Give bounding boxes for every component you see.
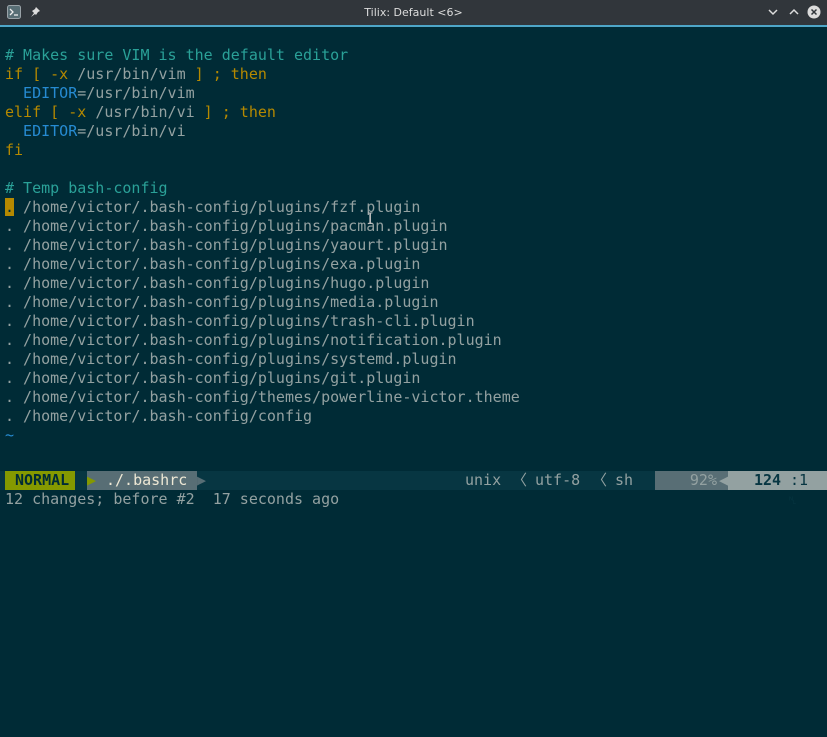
code-token: /home/victor/.bash-config/plugins/fzf.pl… (14, 198, 421, 216)
editor-line[interactable]: . /home/victor/.bash-config/config (5, 407, 312, 426)
code-token: ] ; then (185, 65, 267, 83)
code-token: . /home/victor/.bash-config/plugins/hugo… (5, 274, 430, 292)
editor-line[interactable]: . /home/victor/.bash-config/plugins/yaou… (5, 236, 448, 255)
mode-separator-icon: ▶ (87, 471, 97, 490)
file-encoding: utf-8 (535, 471, 581, 489)
code-token: . /home/victor/.bash-config/config (5, 407, 313, 425)
editor-line[interactable]: . /home/victor/.bash-config/plugins/hugo… (5, 274, 429, 293)
editor-line[interactable]: if [ -x /usr/bin/vim ] ; then (5, 65, 267, 84)
code-token: . /home/victor/.bash-config/plugins/yaou… (5, 236, 448, 254)
command-message: 12 changes; before #2 17 seconds ago (5, 490, 340, 508)
editor-line[interactable]: . /home/victor/.bash-config/plugins/noti… (5, 331, 502, 350)
editor-line[interactable]: . /home/victor/.bash-config/plugins/exa.… (5, 255, 420, 274)
position-separator-icon: ◀ (719, 471, 729, 490)
editor-line[interactable]: # Temp bash-config (5, 179, 168, 198)
code-token: EDITOR (5, 84, 78, 102)
code-token: . /home/victor/.bash-config/plugins/git.… (5, 369, 421, 387)
code-token: . /home/victor/.bash-config/plugins/syst… (5, 350, 457, 368)
code-token: elif [ -x (5, 103, 96, 121)
editor-line[interactable]: . /home/victor/.bash-config/plugins/tras… (5, 312, 475, 331)
file-name: ./.bashrc (96, 471, 198, 490)
separator-left-icon: 〈 (512, 471, 528, 489)
maximize-icon[interactable] (786, 4, 802, 20)
editor-line[interactable]: EDITOR=/usr/bin/vim (5, 84, 195, 103)
mouse-text-cursor-icon: I (367, 209, 374, 228)
separator-left-icon-2: 〈 (592, 471, 608, 489)
text-cursor: . (5, 198, 15, 216)
editor-line[interactable]: . /home/victor/.bash-config/plugins/git.… (5, 369, 420, 388)
editor-line[interactable]: . /home/victor/.bash-config/plugins/syst… (5, 350, 457, 369)
code-token: # Temp bash-config (5, 179, 168, 197)
code-token: ] ; then (194, 103, 276, 121)
code-token: # Makes sure VIM is the default editor (5, 46, 349, 64)
editor-line[interactable]: # Makes sure VIM is the default editor (5, 46, 348, 65)
file-percent: 92% (655, 471, 725, 490)
code-token: . /home/victor/.bash-config/themes/power… (5, 388, 520, 406)
code-token: ~ (5, 426, 15, 444)
close-icon[interactable] (806, 4, 822, 20)
code-token: . /home/victor/.bash-config/plugins/pacm… (5, 217, 448, 235)
code-token: . /home/victor/.bash-config/plugins/medi… (5, 293, 439, 311)
code-token: . /home/victor/.bash-config/plugins/exa.… (5, 255, 421, 273)
code-token: . /home/victor/.bash-config/plugins/noti… (5, 331, 502, 349)
mode-indicator: NORMAL (5, 471, 76, 490)
editor-line[interactable]: . /home/victor/.bash-config/plugins/fzf.… (5, 198, 420, 217)
code-token: EDITOR (5, 122, 78, 140)
code-token: /usr/bin/vi (95, 103, 195, 121)
colon-separator: : (790, 471, 800, 489)
code-token: =/usr/bin/vim (77, 84, 195, 102)
cursor-line: 124 (754, 471, 782, 489)
code-token: fi (5, 141, 24, 159)
editor-line[interactable]: EDITOR=/usr/bin/vi (5, 122, 186, 141)
chevron-down-icon[interactable] (765, 4, 781, 20)
terminal-pane[interactable]: # Makes sure VIM is the default editor if… (0, 25, 827, 508)
editor-line[interactable]: . /home/victor/.bash-config/plugins/medi… (5, 293, 438, 312)
vim-statusline: NORMAL ▶ ./.bashrc ▶ unix 〈 utf-8 〈 sh 9… (0, 471, 827, 507)
cursor-column: 1 (799, 471, 809, 489)
window-title: Tilix: Default <6> (364, 6, 463, 19)
file-format: unix (465, 471, 502, 489)
editor-line[interactable]: . /home/victor/.bash-config/plugins/pacm… (5, 217, 448, 236)
file-separator-icon: ▶ (197, 471, 207, 489)
line-number-icon: ␤ (788, 494, 797, 507)
code-token: /usr/bin/vim (77, 65, 186, 83)
code-token: =/usr/bin/vi (77, 122, 186, 140)
code-token: if [ -x (5, 65, 78, 83)
window-titlebar: Tilix: Default <6> (0, 0, 827, 25)
editor-line[interactable]: ~ (5, 426, 14, 445)
editor-line[interactable]: elif [ -x /usr/bin/vi ] ; then (5, 103, 276, 122)
editor-line[interactable]: fi (5, 141, 23, 160)
editor-line[interactable]: . /home/victor/.bash-config/themes/power… (5, 388, 520, 407)
cursor-position: ␤ 124 : 1 (728, 471, 827, 507)
file-type: sh (615, 471, 634, 489)
code-token: . /home/victor/.bash-config/plugins/tras… (5, 312, 475, 330)
